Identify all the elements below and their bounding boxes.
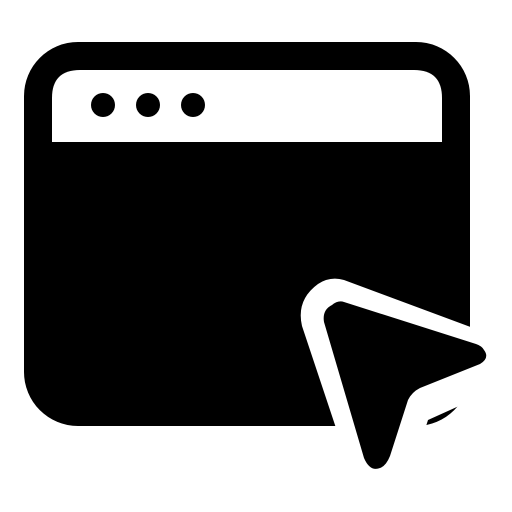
window-dot-1 — [91, 93, 115, 117]
browser-cursor-svg — [24, 42, 509, 496]
browser-cursor-icon — [0, 0, 512, 512]
window-dot-3 — [181, 93, 205, 117]
window-dot-2 — [136, 93, 160, 117]
